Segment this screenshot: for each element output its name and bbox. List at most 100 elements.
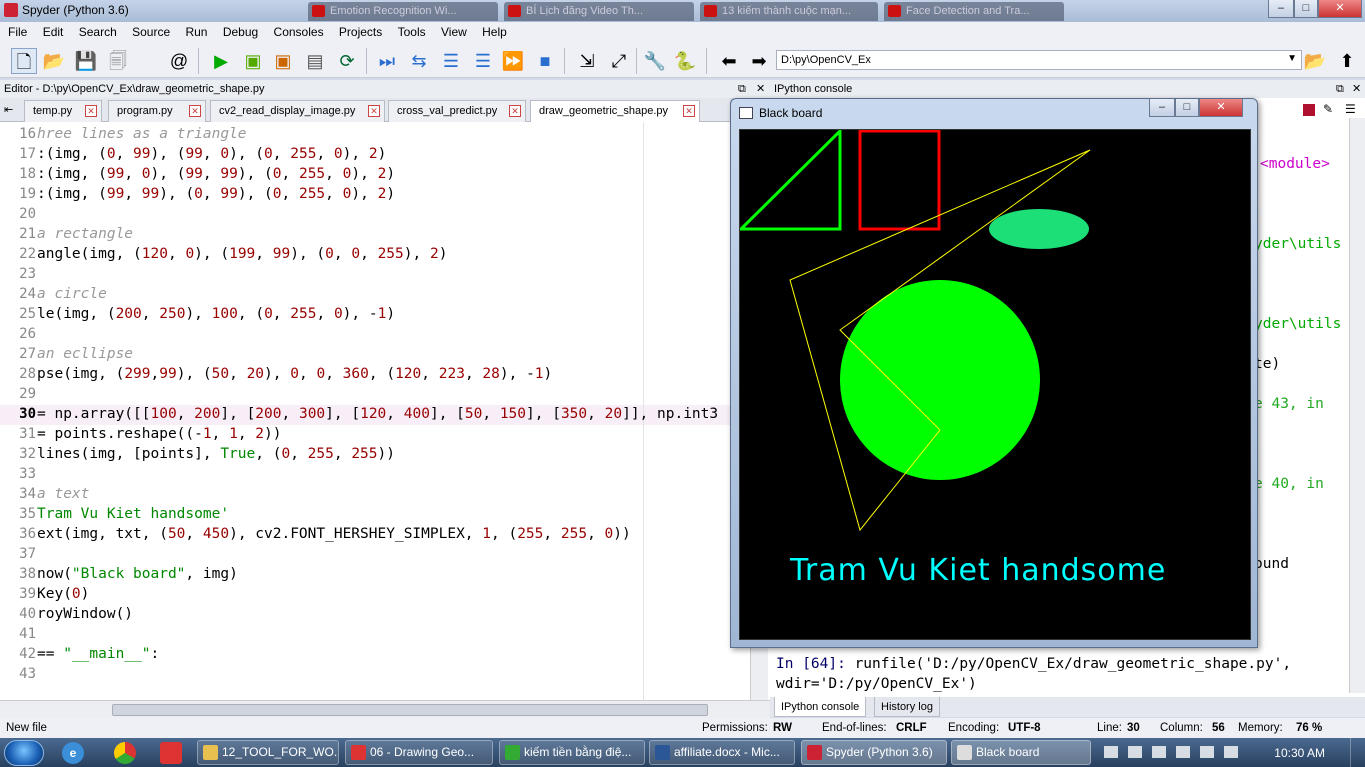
browse-folder-icon[interactable]: 📂 <box>1302 48 1328 74</box>
editor-horizontal-scrollbar[interactable] <box>0 700 770 718</box>
at-icon[interactable]: @ <box>166 48 192 74</box>
menu-source[interactable]: Source <box>132 22 170 42</box>
parent-folder-icon[interactable]: ⬆ <box>1334 48 1360 74</box>
menu-debug[interactable]: Debug <box>223 22 258 42</box>
run-cell-advance-icon[interactable]: ▣ <box>270 48 296 74</box>
tray-icon[interactable] <box>1200 746 1214 758</box>
step-into-icon[interactable]: ☰ <box>438 48 464 74</box>
code-editor[interactable]: 16 hree lines as a triangle 17:(img, (0, 9… <box>0 122 770 700</box>
taskbar-item[interactable]: affiliate.docx - Mic... <box>649 740 795 765</box>
tab-draw-geometric-shape[interactable]: draw_geometric_shape.py ✕ <box>530 100 700 123</box>
undock-icon[interactable]: ⧉ <box>738 80 746 98</box>
step-return-icon[interactable]: ☰ <box>470 48 496 74</box>
encoding-label: Encoding: <box>948 722 1000 734</box>
close-tab-icon[interactable]: ✕ <box>683 105 695 117</box>
ie-icon[interactable]: e <box>62 742 84 764</box>
maximize-button[interactable]: □ <box>1175 99 1199 117</box>
tab-cross-val[interactable]: cross_val_predict.py ✕ <box>388 100 526 122</box>
tab-temp[interactable]: temp.py ✕ <box>24 100 102 122</box>
line-number: 16 <box>19 126 36 142</box>
rerun-icon[interactable]: ⟳ <box>334 48 360 74</box>
minimize-button[interactable]: – <box>1268 0 1294 18</box>
run-icon[interactable]: ▶ <box>208 48 234 74</box>
menu-file[interactable]: File <box>8 22 27 42</box>
tab-ipython-console[interactable]: IPython console <box>774 697 867 717</box>
menu-icon[interactable]: ☰ <box>1345 102 1356 116</box>
chrome-icon[interactable] <box>114 742 136 764</box>
chevron-down-icon[interactable]: ▼ <box>1287 53 1297 64</box>
save-all-icon[interactable]: 🗐 <box>105 48 131 74</box>
background-tab[interactable]: BÍ Lịch đăng Video Th... <box>504 2 694 21</box>
working-directory-field[interactable]: D:\py\OpenCV_Ex ▼ <box>776 50 1302 70</box>
maximize-pane-icon[interactable]: ⇲ <box>574 48 600 74</box>
options-icon[interactable]: ✎ <box>1323 102 1333 116</box>
taskbar-item[interactable]: kiếm tiền bằng điệ... <box>499 740 645 765</box>
console-scrollbar[interactable] <box>1349 118 1365 693</box>
image-canvas: Tram Vu Kiet handsome <box>737 127 1251 640</box>
black-board-window[interactable]: Black board – □ ✕ Tram Vu Kiet handsome <box>730 98 1258 648</box>
undock-icon[interactable]: ⧉ <box>1336 80 1344 98</box>
line-number: 24 <box>19 286 36 302</box>
line-number: 23 <box>19 266 36 282</box>
close-tab-icon[interactable]: ✕ <box>85 105 97 117</box>
background-tab[interactable]: 13 kiếm thành cuộc mạn... <box>700 2 878 21</box>
menu-projects[interactable]: Projects <box>339 22 382 42</box>
column-label: Column: <box>1160 722 1203 734</box>
save-icon[interactable]: 💾 <box>73 48 99 74</box>
forward-icon[interactable]: ➡ <box>746 48 772 74</box>
run-selection-icon[interactable]: ▤ <box>302 48 328 74</box>
console-fragment: yder\utils <box>1254 316 1342 332</box>
preferences-icon[interactable]: 🔧 <box>642 48 668 74</box>
show-desktop-button[interactable] <box>1350 738 1365 767</box>
python-path-icon[interactable]: 🐍 <box>672 48 698 74</box>
menu-edit[interactable]: Edit <box>43 22 64 42</box>
minimize-button[interactable]: – <box>1149 99 1175 117</box>
tab-menu-icon[interactable]: ⇤ <box>4 103 13 116</box>
step-icon[interactable]: ⇆ <box>406 48 432 74</box>
tab-history-log[interactable]: History log <box>874 697 940 717</box>
run-cell-icon[interactable]: ▣ <box>240 48 266 74</box>
sublime-icon[interactable] <box>160 742 182 764</box>
stop-icon[interactable]: ■ <box>532 48 558 74</box>
taskbar-item[interactable]: 06 - Drawing Geo... <box>345 740 493 765</box>
line-number: 42 <box>19 646 36 662</box>
close-tab-icon[interactable]: ✕ <box>509 105 521 117</box>
close-pane-icon[interactable]: ✕ <box>756 80 765 98</box>
close-button[interactable]: ✕ <box>1199 99 1243 117</box>
tray-icon[interactable] <box>1152 746 1166 758</box>
menu-search[interactable]: Search <box>79 22 117 42</box>
background-tab[interactable]: Face Detection and Tra... <box>884 2 1064 21</box>
tray-icon[interactable] <box>1128 746 1142 758</box>
open-folder-icon[interactable]: 📂 <box>41 48 67 74</box>
stop-kernel-icon[interactable] <box>1303 104 1315 116</box>
tab-cv2-read[interactable]: cv2_read_display_image.py ✕ <box>210 100 385 122</box>
code-line: a rectangle <box>37 226 134 242</box>
back-icon[interactable]: ⬅ <box>716 48 742 74</box>
start-button[interactable] <box>4 740 44 766</box>
menu-help[interactable]: Help <box>482 22 507 42</box>
taskbar-item[interactable]: Spyder (Python 3.6) <box>801 740 947 765</box>
maximize-button[interactable]: □ <box>1294 0 1318 18</box>
menu-run[interactable]: Run <box>185 22 207 42</box>
new-file-icon[interactable]: 🗋 <box>11 48 37 74</box>
clock[interactable]: 10:30 AM <box>1274 746 1325 760</box>
close-button[interactable]: ✕ <box>1318 0 1362 18</box>
scrollbar-thumb[interactable] <box>112 704 708 716</box>
background-tab[interactable]: Emotion Recognition Wi... <box>308 2 498 21</box>
taskbar-item[interactable]: Black board <box>951 740 1091 765</box>
tray-icon[interactable] <box>1104 746 1118 758</box>
close-pane-icon[interactable]: ✕ <box>1352 80 1361 98</box>
tray-icon[interactable] <box>1176 746 1190 758</box>
fullscreen-icon[interactable]: ⤢ <box>606 48 632 74</box>
close-tab-icon[interactable]: ✕ <box>368 105 380 117</box>
menu-consoles[interactable]: Consoles <box>274 22 324 42</box>
tray-icon[interactable] <box>1224 746 1238 758</box>
tab-program[interactable]: program.py ✕ <box>108 100 206 122</box>
line-number: 21 <box>19 226 36 242</box>
taskbar-item[interactable]: 12_TOOL_FOR_WO... <box>197 740 339 765</box>
close-tab-icon[interactable]: ✕ <box>189 105 201 117</box>
continue-icon[interactable]: ⏩ <box>500 48 526 74</box>
debug-icon[interactable]: ⏭ <box>374 48 400 74</box>
menu-view[interactable]: View <box>441 22 467 42</box>
menu-tools[interactable]: Tools <box>398 22 426 42</box>
